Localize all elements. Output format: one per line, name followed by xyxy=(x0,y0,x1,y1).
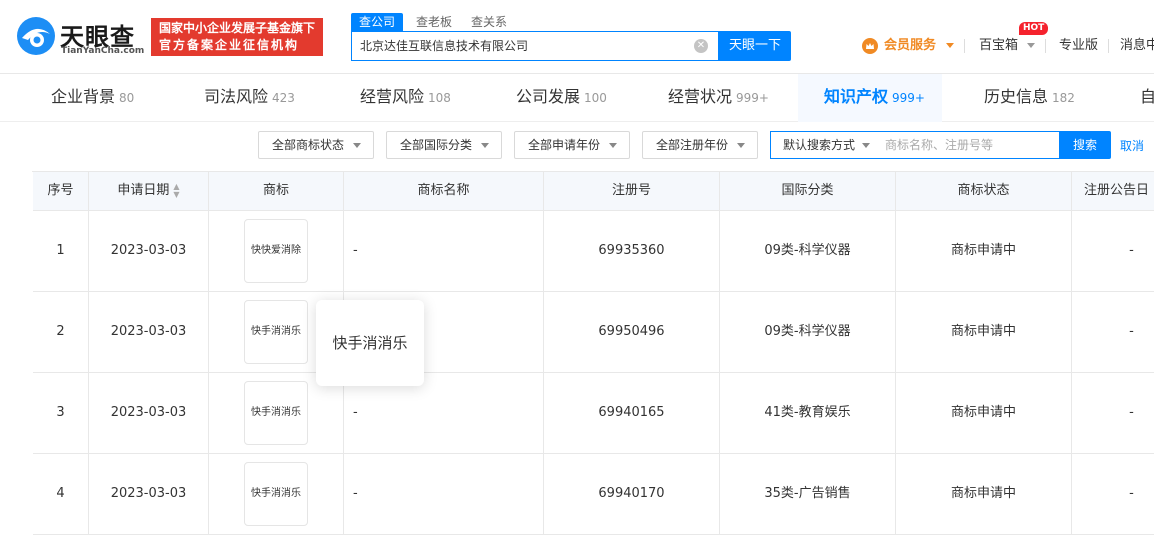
chevron-down-icon xyxy=(481,143,489,148)
table-header: 序号 申请日期 ▲ ▼ 商标 商标名称 注册号 国际分类 商标状态 注册公告日 xyxy=(33,172,1154,211)
divider xyxy=(1108,39,1109,53)
chevron-down-icon xyxy=(862,143,870,148)
trademark-search-combo[interactable]: 默认搜索方式 商标名称、注册号等 xyxy=(770,131,1060,159)
search-button[interactable]: 天眼一下 xyxy=(719,31,791,61)
intl-class-dropdown[interactable]: 全部国际分类 xyxy=(386,131,502,159)
row-trademark-name: - xyxy=(344,454,544,534)
row-index: 2 xyxy=(33,292,89,372)
chevron-down-icon xyxy=(353,143,361,148)
row-pub-date: - xyxy=(1072,292,1154,372)
divider xyxy=(964,39,965,53)
trademark-image[interactable]: 快手消消乐 xyxy=(244,462,308,526)
tab-search-relation[interactable]: 查关系 xyxy=(471,13,507,31)
chevron-down-icon xyxy=(946,43,954,48)
tab-business-risk[interactable]: 经营风险 108 xyxy=(360,74,451,122)
header-intl-class: 国际分类 xyxy=(720,172,896,211)
baibaoxiang-link[interactable]: 百宝箱 xyxy=(979,37,1018,55)
official-badge: 国家中小企业发展子基金旗下 官方备案企业征信机构 xyxy=(151,18,323,56)
row-apply-date: 2023-03-03 xyxy=(89,373,209,453)
trademark-search-button[interactable]: 搜索 xyxy=(1059,131,1111,159)
chevron-down-icon xyxy=(1027,43,1035,48)
badge-line-1: 国家中小企业发展子基金旗下 xyxy=(159,21,316,35)
row-apply-date: 2023-03-03 xyxy=(89,211,209,291)
header-trademark-name: 商标名称 xyxy=(344,172,544,211)
clear-icon[interactable]: ✕ xyxy=(694,39,708,53)
row-intl-class: 35类-广告销售 xyxy=(720,454,896,534)
search-input[interactable]: 北京达佳互联信息技术有限公司 ✕ xyxy=(351,31,719,61)
logo-text-en: TianYanCha.com xyxy=(61,46,145,56)
chevron-down-icon xyxy=(737,143,745,148)
hot-badge: HOT xyxy=(1019,22,1049,35)
search-mode-select[interactable]: 默认搜索方式 xyxy=(783,132,855,158)
tab-search-company[interactable]: 查公司 xyxy=(351,13,404,31)
header-trademark: 商标 xyxy=(209,172,344,211)
search-input-value: 北京达佳互联信息技术有限公司 xyxy=(360,39,529,53)
row-status: 商标申请中 xyxy=(896,373,1072,453)
tab-history-info[interactable]: 历史信息 182 xyxy=(984,74,1075,122)
row-reg-no[interactable]: 69950496 xyxy=(544,292,720,372)
register-year-dropdown[interactable]: 全部注册年份 xyxy=(642,131,758,159)
badge-line-2: 官方备案企业征信机构 xyxy=(159,38,300,52)
trademark-image[interactable]: 快快爱消除 xyxy=(244,219,308,283)
row-index: 3 xyxy=(33,373,89,453)
header-pub-date: 注册公告日 xyxy=(1072,172,1154,211)
chevron-down-icon xyxy=(609,143,617,148)
row-pub-date: - xyxy=(1072,211,1154,291)
eye-logo-icon xyxy=(17,17,55,55)
row-pub-date: - xyxy=(1072,454,1154,534)
row-trademark-name: - xyxy=(344,211,544,291)
tab-company-development[interactable]: 公司发展 100 xyxy=(516,74,607,122)
row-reg-no[interactable]: 69935360 xyxy=(544,211,720,291)
row-index: 4 xyxy=(33,454,89,534)
row-reg-no[interactable]: 69940170 xyxy=(544,454,720,534)
trademark-image[interactable]: 快手消消乐 xyxy=(244,300,308,364)
trademark-image[interactable]: 快手消消乐 xyxy=(244,381,308,445)
trademark-name-tooltip: 快手消消乐 xyxy=(316,300,424,386)
row-apply-date: 2023-03-03 xyxy=(89,292,209,372)
trademark-status-dropdown[interactable]: 全部商标状态 xyxy=(258,131,374,159)
row-status: 商标申请中 xyxy=(896,211,1072,291)
tab-search-boss[interactable]: 查老板 xyxy=(416,13,452,31)
row-trademark-cell: 快手消消乐 xyxy=(209,454,344,534)
row-index: 1 xyxy=(33,211,89,291)
table-row: 2 2023-03-03 快手消消乐 - 69950496 09类-科学仪器 商… xyxy=(33,292,1154,373)
trademark-table: 序号 申请日期 ▲ ▼ 商标 商标名称 注册号 国际分类 商标状态 注册公告日 1 … xyxy=(32,171,1154,535)
row-apply-date: 2023-03-03 xyxy=(89,454,209,534)
top-header: 天眼查 TianYanCha.com 国家中小企业发展子基金旗下 官方备案企业征… xyxy=(0,0,1154,74)
table-row: 4 2023-03-03 快手消消乐 - 69940170 35类-广告销售 商… xyxy=(33,454,1154,535)
divider xyxy=(1045,39,1046,53)
row-status: 商标申请中 xyxy=(896,292,1072,372)
header-index: 序号 xyxy=(33,172,89,211)
row-intl-class: 09类-科学仪器 xyxy=(720,292,896,372)
tab-more[interactable]: 自 xyxy=(1140,74,1154,122)
header-apply-date[interactable]: 申请日期 ▲ ▼ xyxy=(89,172,209,211)
crown-icon xyxy=(862,38,878,54)
tab-judicial-risk[interactable]: 司法风险 423 xyxy=(204,74,295,122)
message-center-link[interactable]: 消息中 xyxy=(1120,37,1154,55)
row-reg-no[interactable]: 69940165 xyxy=(544,373,720,453)
row-status: 商标申请中 xyxy=(896,454,1072,534)
row-trademark-cell: 快快爱消除 xyxy=(209,211,344,291)
sort-icon: ▲ ▼ xyxy=(173,181,180,199)
row-pub-date: - xyxy=(1072,373,1154,453)
cancel-link[interactable]: 取消 xyxy=(1120,137,1144,154)
tab-company-background[interactable]: 企业背景 80 xyxy=(51,74,134,122)
trademark-search-input[interactable]: 商标名称、注册号等 xyxy=(885,132,993,158)
header-reg-no: 注册号 xyxy=(544,172,720,211)
tab-business-status[interactable]: 经营状况 999+ xyxy=(668,74,769,122)
row-intl-class: 41类-教育娱乐 xyxy=(720,373,896,453)
tab-intellectual-property[interactable]: 知识产权 999+ xyxy=(824,74,925,122)
apply-year-dropdown[interactable]: 全部申请年份 xyxy=(514,131,630,159)
tianyancha-logo[interactable]: 天眼查 TianYanCha.com xyxy=(16,16,146,60)
header-status: 商标状态 xyxy=(896,172,1072,211)
table-row: 1 2023-03-03 快快爱消除 - 69935360 09类-科学仪器 商… xyxy=(33,211,1154,292)
vip-service-link[interactable]: 会员服务 xyxy=(884,37,936,55)
table-row: 3 2023-03-03 快手消消乐 - 69940165 41类-教育娱乐 商… xyxy=(33,373,1154,454)
row-intl-class: 09类-科学仪器 xyxy=(720,211,896,291)
pro-version-link[interactable]: 专业版 xyxy=(1059,37,1098,55)
